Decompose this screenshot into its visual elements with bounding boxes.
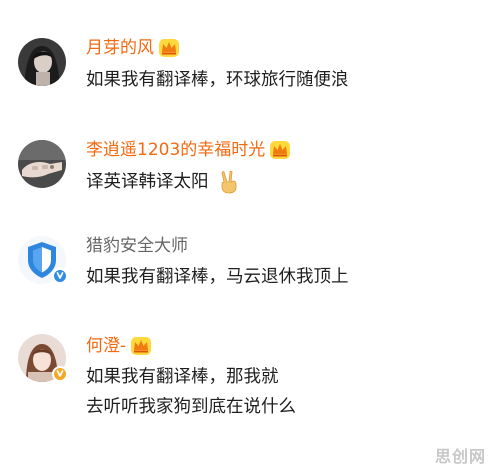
- username[interactable]: 李逍遥1203的幸福时光: [86, 138, 265, 162]
- orange-verified-icon: [56, 370, 64, 377]
- crown-icon: [270, 141, 291, 159]
- comment-text: 如果我有翻译棒，环球旅行随便浪: [86, 65, 349, 95]
- verified-badge: [52, 366, 68, 382]
- comment-line: 如果我有翻译棒，那我就: [86, 367, 279, 387]
- username[interactable]: 猎豹安全大师: [86, 234, 188, 258]
- comment-line: 译英译韩译太阳: [86, 172, 209, 192]
- watermark-text: 思创网: [434, 447, 486, 466]
- username[interactable]: 月芽的风: [86, 36, 154, 60]
- comment-text: 如果我有翻译棒，马云退休我顶上: [86, 262, 349, 292]
- victory-hand-emoji: [221, 170, 237, 194]
- comment-line: 去听听我家狗到底在说什么: [86, 397, 296, 417]
- username-row: 李逍遥1203的幸福时光: [86, 138, 291, 162]
- username-row: 月芽的风: [86, 36, 180, 60]
- user-avatar[interactable]: [18, 140, 66, 188]
- comment-text: 译英译韩译太阳: [86, 167, 240, 197]
- avatar-photo-hand: [18, 140, 66, 188]
- username[interactable]: 何澄-: [86, 334, 126, 358]
- crown-icon: [159, 39, 179, 57]
- comment-line: 如果我有翻译棒，环球旅行随便浪: [86, 70, 349, 90]
- username-row: 何澄-: [86, 334, 152, 358]
- username-row: 猎豹安全大师: [86, 234, 188, 258]
- blue-verified-icon: [56, 272, 64, 279]
- comment-text: 如果我有翻译棒，那我就 去听听我家狗到底在说什么: [86, 362, 296, 422]
- comment-line: 如果我有翻译棒，马云退休我顶上: [86, 267, 349, 287]
- user-avatar[interactable]: [18, 38, 66, 86]
- crown-icon: [131, 337, 152, 355]
- avatar-photo-woman: [18, 38, 66, 86]
- verified-badge: [52, 268, 68, 284]
